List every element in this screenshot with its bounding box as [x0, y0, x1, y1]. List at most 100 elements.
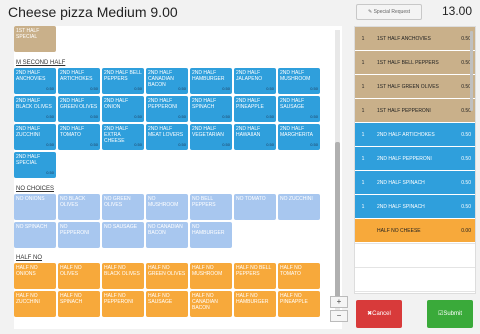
modifier-button[interactable]: NO CANADIAN BACON [146, 222, 188, 248]
modifier-button[interactable]: HALF NO PINEAPPLE [278, 291, 320, 317]
modifier-button[interactable]: NO BELL PEPPERS [190, 194, 232, 220]
modifier-button[interactable]: 2ND HALF MUSHROOM 0.50 [278, 68, 320, 94]
modifier-button[interactable]: HALF NO HAMBURGER [234, 291, 276, 317]
modifier-button[interactable]: 2ND HALF TOMATO 0.50 [58, 124, 100, 150]
modifier-button[interactable]: 2ND HALF VEGETARIAN 0.50 [190, 124, 232, 150]
modifier-button[interactable]: NO SPINACH [14, 222, 56, 248]
first-half-grid: 1ST HALF SPECIAL [14, 26, 320, 52]
order-row[interactable]: 1 1ST HALF GREEN OLIVES 0.50 [355, 75, 475, 98]
modifier-button[interactable]: 2ND HALF GREEN OLIVES 0.50 [58, 96, 100, 122]
order-row-qty: 1 [361, 59, 365, 66]
order-row-empty [355, 291, 475, 293]
modifier-label: 2ND HALF GREEN OLIVES [60, 98, 98, 110]
modifier-label: NO PEPPERONI [60, 224, 90, 236]
modifier-button[interactable]: 2ND HALF SAUSAGE 0.50 [278, 96, 320, 122]
modifier-price: 0.50 [310, 114, 318, 119]
modifier-button[interactable]: 2ND HALF JALAPENO 0.50 [234, 68, 276, 94]
modifier-label: 2ND HALF TOMATO [60, 126, 85, 138]
order-row[interactable]: 1 2ND HALF PEPPERONI 0.50 [355, 147, 475, 170]
modifier-price: 0.50 [310, 142, 318, 147]
order-row-qty: 1 [361, 203, 365, 210]
modifier-price: 0.50 [310, 86, 318, 91]
order-row[interactable]: 1 1ST HALF ANCHOVIES 0.50 [355, 27, 475, 50]
modifier-button[interactable]: HALF NO BLACK OLIVES [102, 263, 144, 289]
order-row[interactable]: HALF NO CHEESE 0.00 [355, 219, 475, 242]
modifier-button[interactable]: HALF NO PEPPERONI [102, 291, 144, 317]
modifier-button[interactable]: 2ND HALF ZUCCHINI 0.50 [14, 124, 56, 150]
modifier-button[interactable]: 2ND HALF ANCHOVIES 0.50 [14, 68, 56, 94]
modifier-button[interactable]: 2ND HALF SPECIAL 0.50 [14, 152, 56, 178]
modifier-label: HALF NO BELL PEPPERS [236, 265, 272, 277]
modifier-button[interactable]: HALF NO BELL PEPPERS [234, 263, 276, 289]
order-row[interactable]: 1 2ND HALF SPINACH 0.50 [355, 171, 475, 194]
modifier-button[interactable]: NO TOMATO [234, 194, 276, 220]
modifier-button[interactable]: NO ONIONS [14, 194, 56, 220]
modifier-button[interactable]: HALF NO SAUSAGE [146, 291, 188, 317]
modifier-button[interactable]: 2ND HALF MEAT LOVERS 0.50 [146, 124, 188, 150]
section-title-second-half: M SECOND HALF [16, 60, 66, 66]
modifier-button[interactable]: NO PEPPERONI [58, 222, 100, 248]
order-row-qty: 1 [361, 179, 365, 186]
modifier-button[interactable]: NO BLACK OLIVES [58, 194, 100, 220]
modifier-button[interactable]: 2ND HALF PINEAPPLE 0.50 [234, 96, 276, 122]
scroll-up-button[interactable]: + [330, 296, 348, 308]
order-row[interactable]: 1 1ST HALF BELL PEPPERS 0.50 [355, 51, 475, 74]
order-row[interactable]: 1 1ST HALF PEPPERONI 0.50 [355, 99, 475, 122]
scroll-down-button[interactable]: − [330, 310, 348, 322]
modifier-button[interactable]: 2ND HALF CANADIAN BACON 0.50 [146, 68, 188, 94]
modifier-1st-half-special[interactable]: 1ST HALF SPECIAL [14, 26, 56, 52]
modifier-button[interactable]: HALF NO ONIONS [14, 263, 56, 289]
modifier-label: HALF NO ONIONS [16, 265, 38, 277]
modifier-price: 0.50 [178, 86, 186, 91]
modifier-label: 2ND HALF SPINACH [192, 98, 217, 110]
modifier-button[interactable]: NO HAMBURGER [190, 222, 232, 248]
order-list: 1 1ST HALF ANCHOVIES 0.50 1 1ST HALF BELL PE… [354, 26, 476, 294]
modifier-button[interactable]: HALF NO OLIVES [58, 263, 100, 289]
modifier-scrollbar[interactable] [335, 30, 340, 310]
modifier-label: HALF NO PEPPERONI [104, 293, 134, 305]
order-row-price: 0.50 [461, 35, 471, 42]
modifier-button[interactable]: 2ND HALF PEPPERONI 0.50 [146, 96, 188, 122]
modifier-button[interactable]: HALF NO CANADIAN BACON [190, 291, 232, 317]
order-row-qty: 1 [361, 155, 365, 162]
modifier-button[interactable]: 2ND HALF HAWAIIAN 0.50 [234, 124, 276, 150]
no-choices-grid: NO ONIONS NO BLACK OLIVES NO GREEN OLIVES N… [14, 194, 320, 248]
order-row-name: 2ND HALF SPINACH [377, 203, 425, 210]
order-row-price: 0.50 [461, 203, 471, 210]
modifier-button[interactable]: HALF NO ZUCCHINI [14, 291, 56, 317]
modifier-label: HALF NO TOMATO [280, 265, 302, 277]
order-row[interactable]: 1 2ND HALF SPINACH 0.50 [355, 195, 475, 218]
modifier-button[interactable]: 2ND HALF ARTICHOKES 0.50 [58, 68, 100, 94]
scrollbar-thumb[interactable] [335, 142, 340, 302]
cancel-button[interactable]: ✖Cancel [356, 300, 402, 328]
modifier-button[interactable]: HALF NO GREEN OLIVES [146, 263, 188, 289]
modifier-label: 2ND HALF ARTICHOKES [60, 70, 93, 82]
modifier-button[interactable]: NO SAUSAGE [102, 222, 144, 248]
order-row-price: 0.50 [461, 155, 471, 162]
modifier-button[interactable]: 2ND HALF ONION 0.50 [102, 96, 144, 122]
order-scrollbar[interactable] [470, 31, 473, 111]
modifier-button[interactable]: NO MUSHROOM [146, 194, 188, 220]
modifier-button[interactable]: HALF NO TOMATO [278, 263, 320, 289]
modifier-button[interactable]: 2ND HALF MARGHERITA 0.50 [278, 124, 320, 150]
modifier-button[interactable]: 2ND HALF HAMBURGER 0.50 [190, 68, 232, 94]
order-row[interactable]: 1 2ND HALF ARTICHOKES 0.50 [355, 123, 475, 146]
modifier-label: HALF NO ZUCCHINI [16, 293, 40, 305]
modifier-button[interactable]: 2ND HALF BELL PEPPERS 0.50 [102, 68, 144, 94]
modifier-button[interactable]: 2ND HALF EXTRA CHEESE 0.50 [102, 124, 144, 150]
modifier-price: 0.50 [90, 86, 98, 91]
modifier-button[interactable]: HALF NO SPINACH [58, 291, 100, 317]
modifier-label: 2ND HALF ZUCCHINI [16, 126, 41, 138]
modifier-button[interactable]: NO ZUCCHINI [278, 194, 320, 220]
modifier-button[interactable]: NO GREEN OLIVES [102, 194, 144, 220]
modifier-label: NO SAUSAGE [104, 224, 138, 230]
modifier-button[interactable]: 2ND HALF SPINACH 0.50 [190, 96, 232, 122]
modifier-label: 2ND HALF JALAPENO [236, 70, 263, 82]
submit-button[interactable]: ☑Submit [427, 300, 473, 328]
modifier-button[interactable]: HALF NO MUSHROOM [190, 263, 232, 289]
order-row-qty: 1 [361, 83, 365, 90]
special-request-button[interactable]: ✎ Special Request [356, 4, 422, 20]
order-row-empty [355, 267, 475, 290]
modifier-label: 2ND HALF BLACK OLIVES [16, 98, 52, 110]
modifier-button[interactable]: 2ND HALF BLACK OLIVES 0.50 [14, 96, 56, 122]
